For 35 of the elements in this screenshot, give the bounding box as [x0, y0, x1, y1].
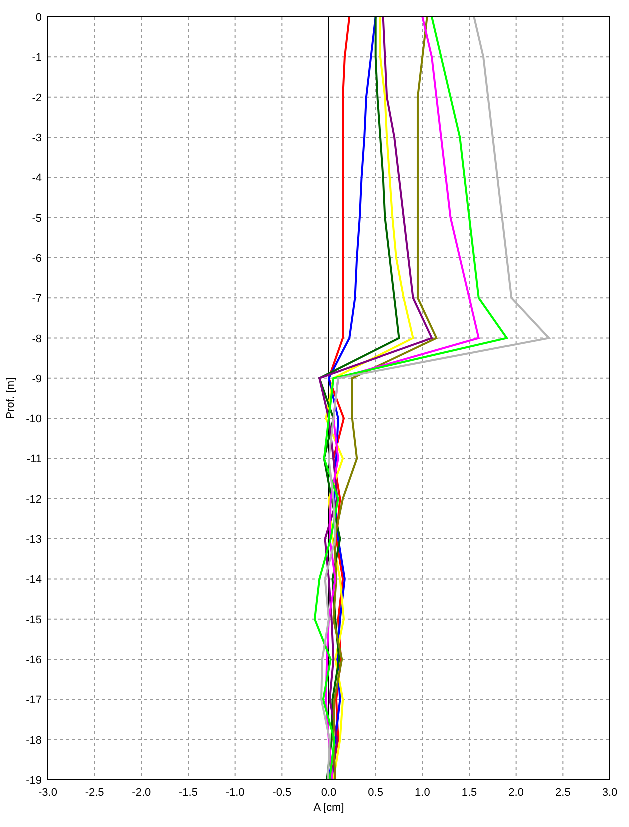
tick-label: -2.5 — [85, 787, 104, 799]
tick-label: 1.0 — [415, 787, 430, 799]
tick-label: -2 — [32, 92, 42, 104]
tick-label: 2.0 — [508, 787, 524, 799]
tick-label: -17 — [26, 694, 42, 707]
tick-label: 1.5 — [462, 787, 478, 799]
axis-title: A [cm] — [314, 802, 344, 814]
tick-label: -7 — [32, 293, 42, 306]
tick-label: 0.5 — [368, 787, 384, 799]
tick-label: 2.5 — [556, 787, 571, 799]
tick-label: -14 — [26, 574, 42, 586]
tick-label: -5 — [32, 212, 42, 225]
tick-label: -10 — [26, 414, 42, 426]
tick-label: -13 — [26, 534, 42, 546]
tick-label: -1.5 — [179, 787, 198, 799]
tick-label: 3.0 — [602, 787, 618, 799]
tick-label: -16 — [26, 654, 42, 667]
tick-label: -1 — [32, 52, 42, 64]
tick-label: -9 — [32, 373, 42, 386]
tick-label: -12 — [26, 494, 42, 506]
tick-label: -3 — [32, 132, 42, 144]
tick-label: -18 — [26, 734, 42, 747]
tick-label: -3.0 — [38, 787, 58, 799]
tick-label: -19 — [26, 775, 42, 787]
tick-label: -1.0 — [226, 787, 245, 799]
tick-label: 0 — [36, 12, 42, 24]
tick-label: -0.5 — [272, 787, 292, 799]
tick-label: -11 — [26, 454, 42, 466]
tick-label: -2.0 — [132, 787, 152, 799]
tick-label: 0.0 — [321, 787, 337, 799]
tick-label: -15 — [26, 614, 42, 626]
tick-label: -8 — [32, 333, 42, 346]
tick-label: -6 — [32, 252, 42, 265]
tick-label: -4 — [32, 172, 42, 185]
axis-title: Prof. [m] — [5, 378, 17, 420]
